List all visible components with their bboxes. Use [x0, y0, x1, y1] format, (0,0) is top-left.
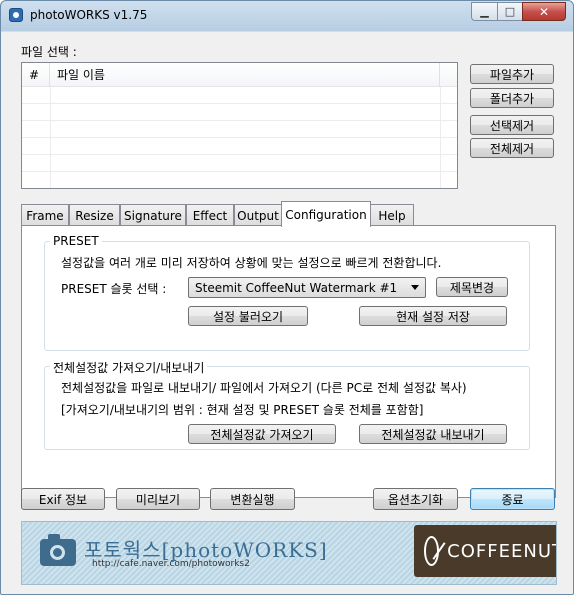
load-settings-button[interactable]: 설정 불러오기: [188, 306, 308, 326]
import-export-line1: 전체설정값을 파일로 내보내기/ 파일에서 가져오기 (다른 PC로 전체 설정…: [61, 381, 467, 395]
reset-options-button[interactable]: 옵션초기화: [373, 488, 458, 510]
export-settings-button[interactable]: 전체설정값 내보내기: [359, 424, 507, 444]
preset-slot-label: PRESET 슬롯 선택 :: [61, 282, 167, 296]
grid-line: [50, 87, 51, 188]
promo-banner[interactable]: 포토웍스[photoWORKS] http://cafe.naver.com/p…: [21, 521, 557, 585]
window-controls: ▁ □ ✕: [471, 2, 566, 21]
preset-description: 설정값을 여러 개로 미리 저장하여 상황에 맞는 설정으로 빠르게 전환합니다…: [61, 256, 442, 270]
client-area: 파일 선택 : # 파일 이름 파일추가 폴더추가 선택제거 전체제거 Fram…: [9, 32, 566, 588]
maximize-button[interactable]: □: [497, 2, 522, 21]
minimize-button[interactable]: ▁: [471, 2, 497, 21]
preset-group: PRESET 설정값을 여러 개로 미리 저장하여 상황에 맞는 설정으로 빠르…: [44, 234, 530, 351]
tab-signature[interactable]: Signature: [120, 204, 186, 226]
window-title: photoWORKS v1.75: [30, 8, 148, 22]
grid-line: [440, 87, 441, 188]
chevron-down-icon: [411, 285, 419, 290]
tab-help[interactable]: Help: [370, 204, 414, 226]
preset-slot-select[interactable]: Steemit CoffeeNut Watermark #1: [188, 277, 426, 298]
column-header-number[interactable]: #: [22, 63, 50, 87]
add-folder-button[interactable]: 폴더추가: [470, 88, 554, 108]
tab-frame[interactable]: Frame: [21, 204, 69, 226]
title-bar[interactable]: photoWORKS v1.75 ▁ □ ✕: [1, 1, 573, 31]
minimize-icon: ▁: [480, 5, 489, 18]
remove-all-button[interactable]: 전체제거: [470, 138, 554, 158]
exif-info-button[interactable]: Exif 정보: [21, 488, 105, 510]
preset-slot-value: Steemit CoffeeNut Watermark #1: [195, 280, 398, 295]
brand-url: http://cafe.naver.com/photoworks2: [92, 559, 250, 569]
file-select-label: 파일 선택 :: [21, 45, 77, 59]
tab-effect[interactable]: Effect: [186, 204, 234, 226]
app-window: photoWORKS v1.75 ▁ □ ✕ 파일 선택 : # 파일 이름 파…: [0, 0, 574, 595]
rename-preset-button[interactable]: 제목변경: [436, 277, 508, 297]
import-export-group: 전체설정값 가져오기/내보내기 전체설정값을 파일로 내보내기/ 파일에서 가져…: [44, 359, 530, 450]
app-icon[interactable]: [9, 8, 23, 22]
maximize-icon: □: [504, 5, 516, 18]
save-settings-button[interactable]: 현재 설정 저장: [359, 306, 507, 326]
configuration-panel: PRESET 설정값을 여러 개로 미리 저장하여 상황에 맞는 설정으로 빠르…: [21, 225, 556, 498]
coffeenut-text: COFFEENUT: [447, 540, 557, 562]
tab-resize[interactable]: Resize: [69, 204, 120, 226]
file-list[interactable]: # 파일 이름: [21, 62, 458, 189]
preview-button[interactable]: 미리보기: [116, 488, 200, 510]
tab-output[interactable]: Output: [234, 204, 282, 226]
column-header-filename[interactable]: 파일 이름: [50, 63, 440, 87]
import-settings-button[interactable]: 전체설정값 가져오기: [188, 424, 336, 444]
coffeenut-logo: COFFEENUT: [414, 525, 557, 577]
file-list-body[interactable]: [22, 87, 457, 188]
camera-icon: [40, 534, 76, 566]
preset-group-title: PRESET: [50, 234, 102, 248]
import-export-line2: [가져오기/내보내기의 범위 : 현재 설정 및 PRESET 슬롯 전체를 포…: [61, 403, 424, 417]
exit-button[interactable]: 종료: [470, 488, 555, 510]
import-export-group-title: 전체설정값 가져오기/내보내기: [50, 359, 208, 376]
remove-selected-button[interactable]: 선택제거: [470, 115, 554, 135]
close-button[interactable]: ✕: [522, 2, 566, 21]
column-header-filler: [440, 63, 457, 87]
close-icon: ✕: [538, 4, 550, 19]
file-list-header: # 파일 이름: [22, 63, 457, 87]
convert-button[interactable]: 변환실행: [210, 488, 295, 510]
pen-icon: [424, 536, 440, 566]
add-file-button[interactable]: 파일추가: [470, 64, 554, 84]
tab-configuration[interactable]: Configuration: [281, 201, 371, 227]
